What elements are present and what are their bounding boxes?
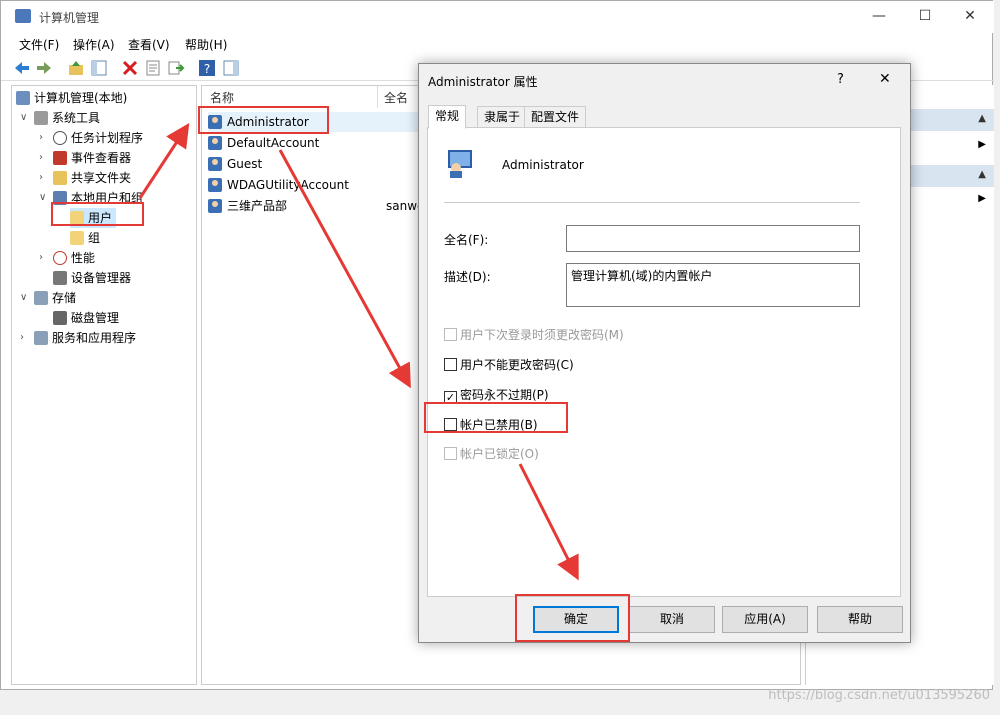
arrow-to-administrator	[138, 122, 190, 199]
arrow-to-account-disabled	[278, 149, 411, 389]
watermark: https://blog.csdn.net/u013595260	[768, 688, 990, 703]
annotation-arrows	[138, 122, 579, 581]
tab-general[interactable]: 常规	[428, 105, 467, 129]
arrow-to-ok-button	[518, 463, 579, 581]
